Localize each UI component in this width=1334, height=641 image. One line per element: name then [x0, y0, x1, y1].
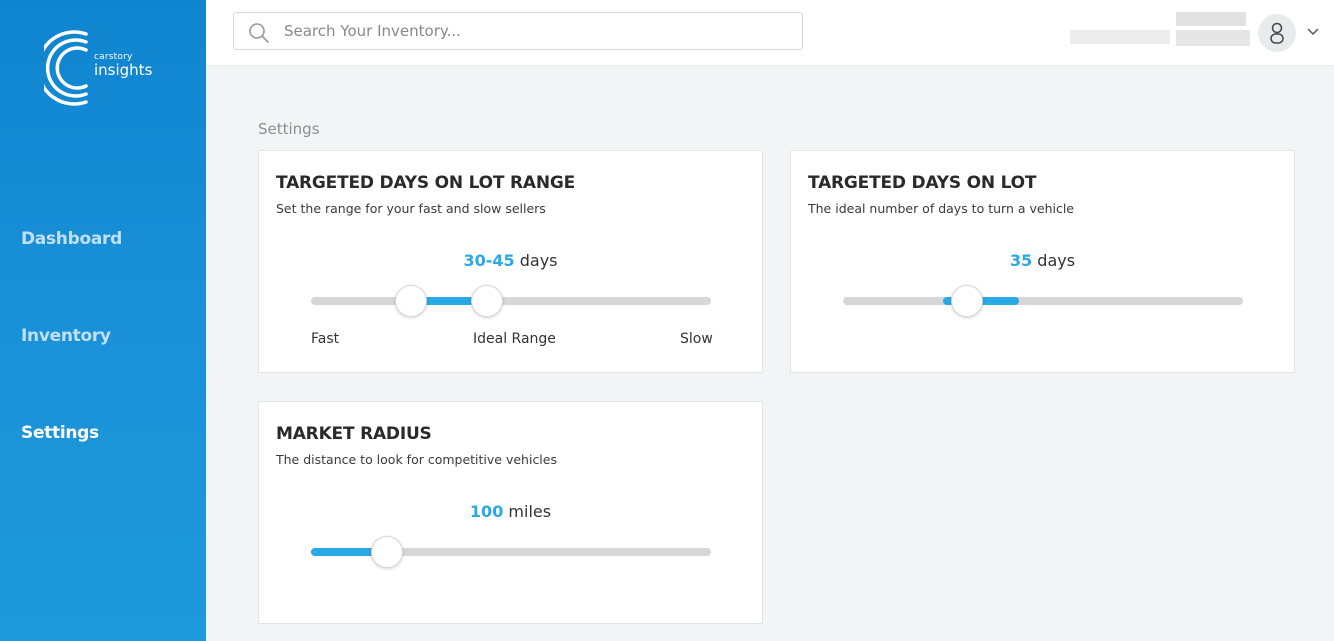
card-lot-days: TARGETED DAYS ON LOT The ideal number of… — [790, 150, 1295, 373]
user-name-blurred — [1070, 12, 1250, 48]
card-title: TARGETED DAYS ON LOT RANGE — [276, 173, 576, 193]
logo-name: insights — [94, 61, 153, 79]
logo[interactable]: carstory insights — [44, 28, 164, 108]
card-market-radius: MARKET RADIUS The distance to look for c… — [258, 401, 763, 624]
range-slider-track[interactable] — [311, 285, 711, 317]
value-unit: days — [519, 251, 558, 270]
label-slow: Slow — [680, 331, 713, 347]
label-fast: Fast — [311, 331, 340, 347]
avatar[interactable] — [1258, 14, 1296, 52]
card-subtitle: The ideal number of days to turn a vehic… — [808, 201, 1074, 216]
chevron-down-icon[interactable] — [1306, 24, 1320, 38]
search-input[interactable] — [284, 13, 794, 49]
card-subtitle: The distance to look for competitive veh… — [276, 452, 557, 467]
radius-slider-handle[interactable] — [371, 536, 403, 568]
range-slider-handle-max[interactable] — [471, 285, 503, 317]
page-title: Settings — [258, 120, 320, 138]
days-slider-track[interactable] — [843, 285, 1243, 317]
value-number: 35 — [1009, 251, 1033, 270]
sidebar-item-inventory[interactable]: Inventory — [21, 326, 111, 346]
topbar — [206, 0, 1334, 66]
user-icon — [1270, 22, 1284, 44]
sidebar-item-settings[interactable]: Settings — [21, 423, 99, 443]
card-value: 30-45 days — [259, 251, 762, 270]
card-title: MARKET RADIUS — [276, 424, 432, 444]
sidebar-item-dashboard[interactable]: Dashboard — [21, 229, 122, 249]
range-slider-handle-min[interactable] — [395, 285, 427, 317]
radius-slider-track[interactable] — [311, 536, 711, 568]
days-slider-handle[interactable] — [951, 285, 983, 317]
sidebar: carstory insights Dashboard Inventory Se… — [0, 0, 206, 641]
card-subtitle: Set the range for your fast and slow sel… — [276, 201, 546, 216]
card-value: 35 days — [791, 251, 1294, 270]
value-number: 30-45 — [463, 251, 515, 270]
value-unit: days — [1037, 251, 1076, 270]
value-unit: miles — [508, 502, 552, 521]
search-icon — [249, 23, 269, 43]
card-lot-range: TARGETED DAYS ON LOT RANGE Set the range… — [258, 150, 763, 373]
label-ideal-range: Ideal Range — [473, 331, 556, 347]
card-value: 100 miles — [259, 502, 762, 521]
value-number: 100 — [469, 502, 504, 521]
card-title: TARGETED DAYS ON LOT — [808, 173, 1037, 193]
search-box[interactable] — [233, 12, 803, 50]
